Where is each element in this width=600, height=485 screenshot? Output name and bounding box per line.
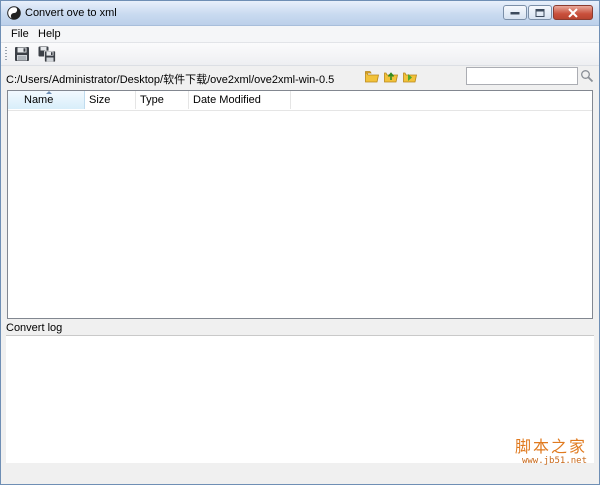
- column-size-label: Size: [89, 94, 111, 106]
- column-type[interactable]: Type: [136, 91, 189, 109]
- menu-file[interactable]: File: [7, 26, 33, 42]
- window-controls: [502, 5, 593, 21]
- main-window: Convert ove to xml File Help C:/Users/Ad…: [0, 0, 600, 485]
- path-bar: C:/Users/Administrator/Desktop/软件下载/ove2…: [1, 66, 599, 88]
- watermark-text: 脚本之家: [514, 437, 587, 456]
- file-list-header: Name Size Type Date Modified: [8, 91, 592, 111]
- save-all-button[interactable]: [36, 45, 56, 63]
- column-date-modified[interactable]: Date Modified: [189, 91, 291, 109]
- maximize-icon: [535, 8, 545, 17]
- sort-ascending-icon: [46, 91, 52, 94]
- title-bar[interactable]: Convert ove to xml: [1, 1, 599, 26]
- minimize-icon: [510, 11, 520, 14]
- column-type-label: Type: [140, 94, 164, 106]
- watermark-url: www.jb51.net: [521, 456, 587, 466]
- status-bar: [1, 463, 599, 484]
- folder-up-button[interactable]: [384, 70, 398, 83]
- file-list[interactable]: Name Size Type Date Modified: [7, 90, 593, 319]
- folder-up-icon: [384, 72, 398, 83]
- column-size[interactable]: Size: [85, 91, 136, 109]
- close-button[interactable]: [553, 5, 593, 20]
- convert-log-label: Convert log: [6, 322, 63, 334]
- menu-bar: File Help: [1, 26, 599, 43]
- app-icon[interactable]: [7, 6, 21, 20]
- convert-log-area[interactable]: [6, 335, 594, 463]
- window-title: Convert ove to xml: [25, 7, 117, 19]
- column-name[interactable]: Name: [8, 91, 85, 109]
- column-date-modified-label: Date Modified: [193, 94, 261, 106]
- folder-refresh-button[interactable]: [403, 70, 417, 83]
- search-box[interactable]: [466, 67, 578, 85]
- open-folder-button[interactable]: [365, 70, 379, 83]
- search-icon[interactable]: [580, 69, 594, 83]
- column-name-label: Name: [24, 94, 54, 106]
- toolbar: [1, 43, 599, 66]
- toolbar-grip[interactable]: [5, 47, 7, 62]
- close-icon: [568, 8, 578, 17]
- save-button[interactable]: [12, 45, 32, 63]
- save-icon: [15, 47, 29, 61]
- maximize-button[interactable]: [528, 5, 552, 20]
- save-all-icon: [38, 46, 56, 62]
- current-path: C:/Users/Administrator/Desktop/软件下载/ove2…: [6, 74, 335, 86]
- search-input[interactable]: [467, 68, 577, 84]
- menu-help[interactable]: Help: [34, 26, 65, 42]
- watermark: 脚本之家 www.jb51.net: [515, 438, 587, 467]
- minimize-button[interactable]: [503, 5, 527, 20]
- folder-icon: [365, 71, 379, 83]
- folder-refresh-icon: [403, 72, 417, 83]
